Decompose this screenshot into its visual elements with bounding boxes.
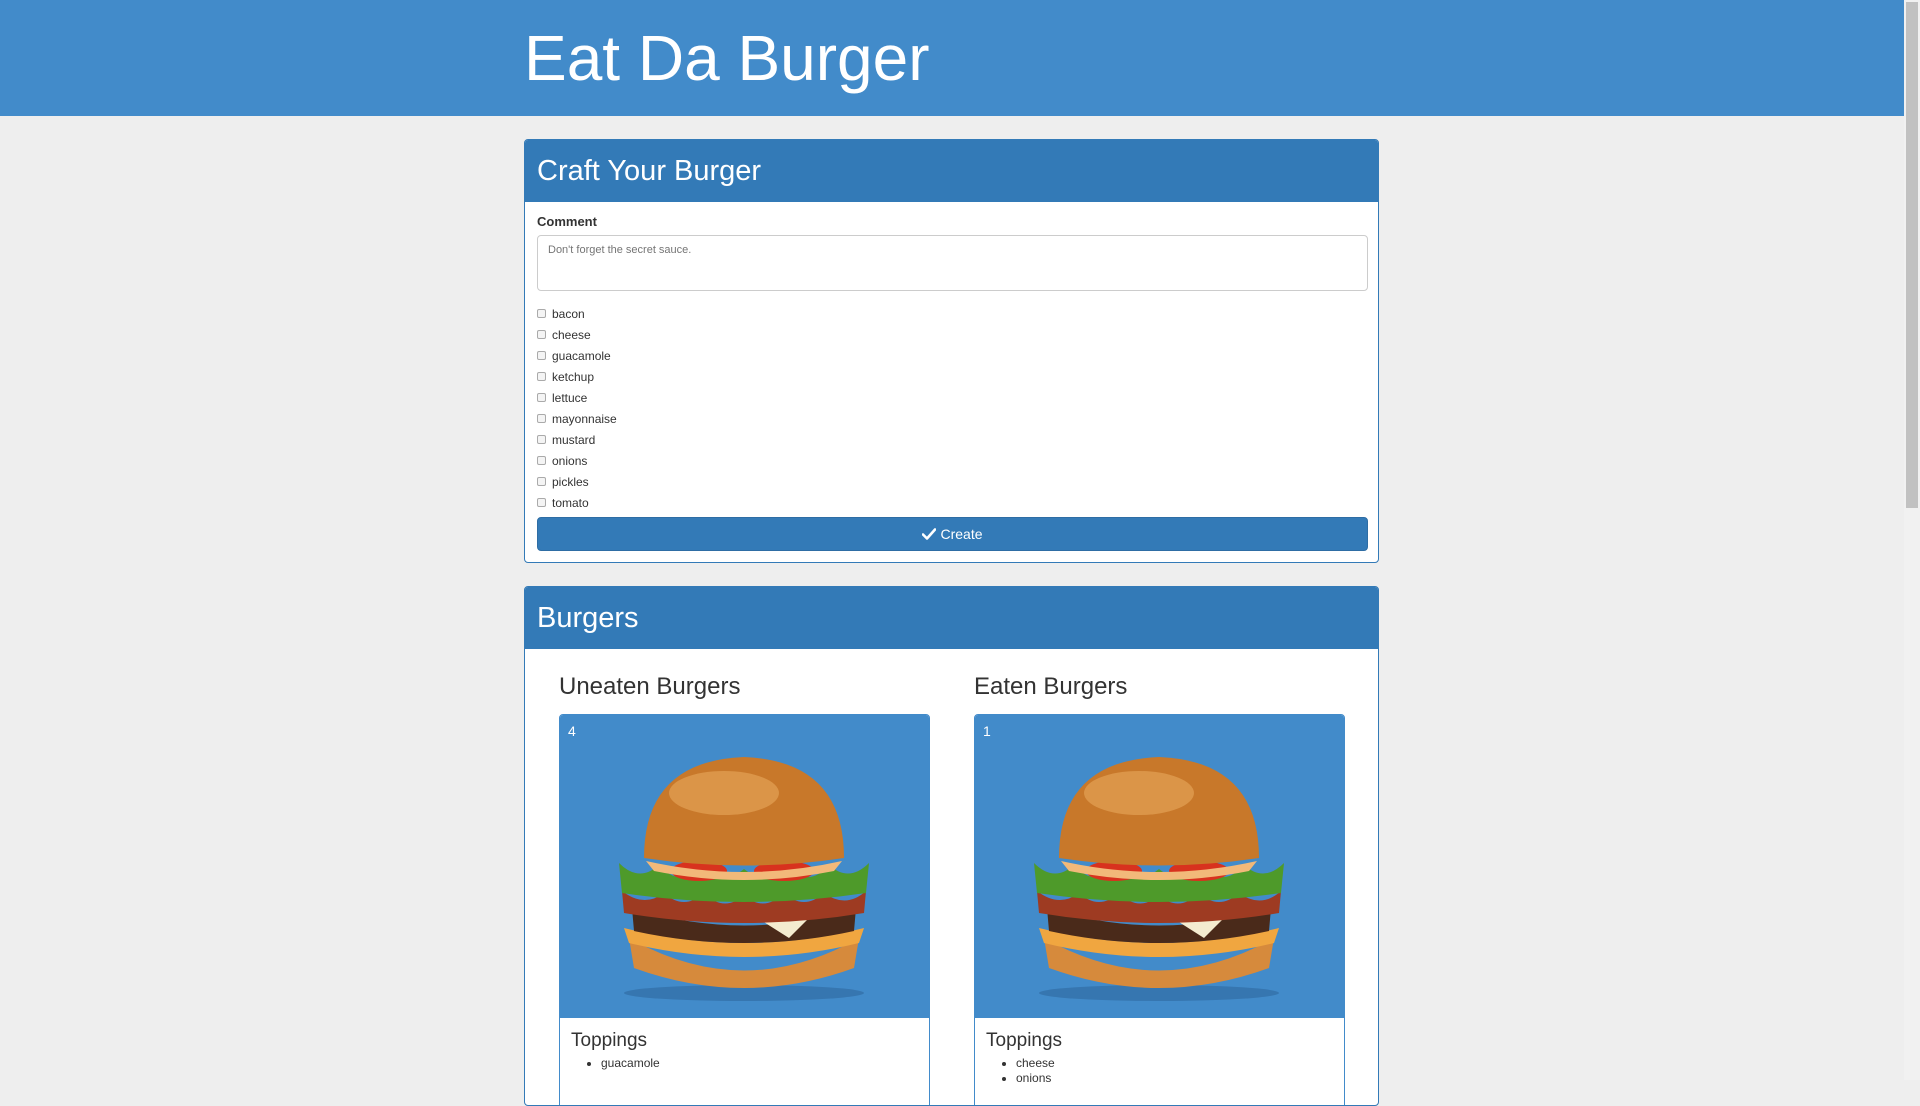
topping-checkbox[interactable]: [537, 435, 546, 444]
topping-label: mayonnaise: [552, 411, 617, 426]
topping-option[interactable]: pickles: [537, 471, 937, 492]
uneaten-burgers-title: Uneaten Burgers: [559, 673, 741, 700]
comment-input[interactable]: [537, 235, 1368, 291]
topping-checkbox[interactable]: [537, 309, 546, 318]
topping-checkbox[interactable]: [537, 330, 546, 339]
burger-image: [619, 757, 869, 1001]
craft-panel-title: Craft Your Burger: [525, 140, 1378, 202]
topping-checkbox[interactable]: [537, 498, 546, 507]
burger-card[interactable]: 1 Toppings cheese onions: [974, 714, 1345, 1105]
toppings-list: bacon cheese guacamole ketchup lettuce m…: [537, 303, 937, 513]
topping-checkbox[interactable]: [537, 351, 546, 360]
burger-image-area: 1: [975, 715, 1344, 1018]
burger-card[interactable]: 4 Toppings guacamole: [559, 714, 930, 1105]
burger-toppings-list: cheese onions: [986, 1056, 1333, 1086]
create-button[interactable]: Create: [537, 517, 1368, 551]
topping-checkbox[interactable]: [537, 372, 546, 381]
topping-label: bacon: [552, 306, 585, 321]
topping-option[interactable]: tomato: [537, 492, 937, 513]
topping-label: tomato: [552, 495, 589, 510]
check-icon: [922, 528, 937, 540]
topping-checkbox[interactable]: [537, 414, 546, 423]
page-title: Eat Da Burger: [524, 22, 930, 94]
burgers-panel: Burgers Uneaten Burgers 4 Toppings • gua…: [524, 586, 1379, 1106]
topping-checkbox[interactable]: [537, 477, 546, 486]
list-item: onions: [1016, 1071, 1333, 1086]
top-banner: Eat Da Burger: [0, 0, 1904, 116]
toppings-heading: Toppings: [986, 1030, 1063, 1051]
topping-label: lettuce: [552, 390, 588, 405]
topping-label: mustard: [552, 432, 596, 447]
burger-toppings-list: guacamole: [571, 1056, 918, 1071]
topping-label: onions: [552, 453, 588, 468]
topping-option[interactable]: cheese: [537, 324, 937, 345]
create-button-label: Create: [940, 526, 983, 542]
topping-label: pickles: [552, 474, 589, 489]
burgers-panel-title: Burgers: [525, 587, 1378, 649]
topping-option[interactable]: guacamole: [537, 345, 937, 366]
topping-option[interactable]: mayonnaise: [537, 408, 937, 429]
topping-checkbox[interactable]: [537, 393, 546, 402]
scrollbar-thumb[interactable]: [1906, 2, 1918, 508]
topping-option[interactable]: lettuce: [537, 387, 937, 408]
topping-option[interactable]: onions: [537, 450, 937, 471]
topping-checkbox[interactable]: [537, 456, 546, 465]
page-scrollbar[interactable]: [1904, 0, 1920, 1080]
list-item: guacamole: [601, 1056, 918, 1071]
toppings-heading: Toppings: [571, 1030, 648, 1051]
burger-id: 4: [568, 723, 576, 739]
burger-image-area: 4: [560, 715, 929, 1018]
craft-burger-panel: Craft Your Burger Comment bacon cheese g…: [524, 139, 1379, 563]
topping-option[interactable]: ketchup: [537, 366, 937, 387]
comment-label: Comment: [537, 214, 597, 229]
topping-label: ketchup: [552, 369, 595, 384]
eaten-burgers-title: Eaten Burgers: [974, 673, 1128, 700]
topping-option[interactable]: mustard: [537, 429, 937, 450]
topping-label: guacamole: [552, 348, 611, 363]
topping-option[interactable]: bacon: [537, 303, 937, 324]
burger-id: 1: [983, 723, 991, 739]
list-item: cheese: [1016, 1056, 1333, 1071]
burger-card-body: Toppings guacamole: [560, 1018, 929, 1083]
topping-label: cheese: [552, 327, 591, 342]
burger-card-body: Toppings cheese onions: [975, 1018, 1344, 1098]
burger-image: [1034, 757, 1284, 1001]
